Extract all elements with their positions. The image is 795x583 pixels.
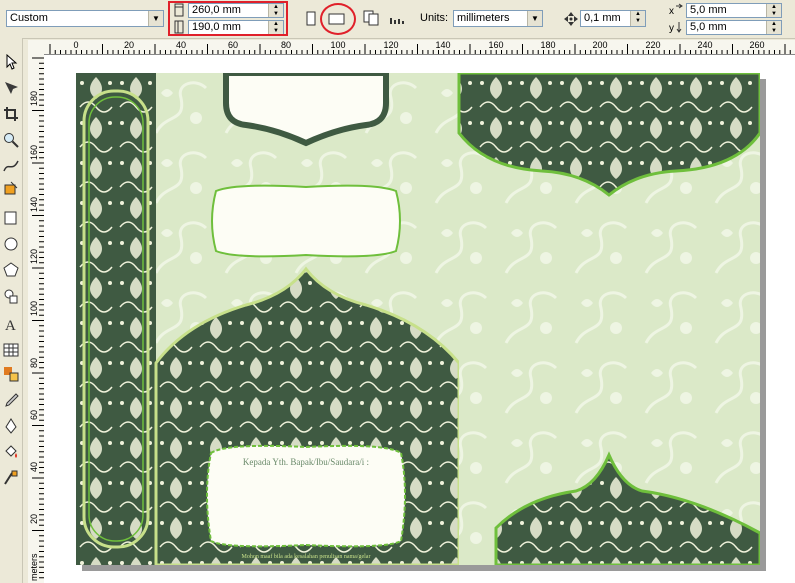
toolbox: A <box>0 38 23 583</box>
fill-tool-icon[interactable] <box>1 442 21 462</box>
h-ruler-label: 40 <box>175 40 187 50</box>
ruler-origin[interactable] <box>28 40 45 55</box>
text-tool-icon[interactable]: A <box>1 314 21 334</box>
eyedropper-tool-icon[interactable] <box>1 390 21 410</box>
h-ruler-label: 160 <box>488 40 504 50</box>
h-ruler-label: 260 <box>749 40 765 50</box>
h-ruler-label: 240 <box>697 40 713 50</box>
property-bar: Custom ▼ 260,0 mm ▲ ▼ 190,0 mm ▲ ▼ Units: … <box>0 0 795 39</box>
duplicate-x-icon: x <box>668 2 684 18</box>
size-highlight-box <box>168 1 288 36</box>
paper-preset-select[interactable]: Custom ▼ <box>6 10 164 27</box>
duplicate-x-input[interactable]: 5,0 mm ▲ ▼ <box>686 3 782 18</box>
v-ruler-label: 20 <box>29 513 39 524</box>
svg-text:y: y <box>669 23 674 34</box>
duplicate-y-icon: y <box>668 19 684 35</box>
ruler-units-caption: meters <box>29 553 39 581</box>
invitation-page[interactable]: Kepada Yth. Bapak/Ibu/Saudara/i : Mohon … <box>76 73 760 565</box>
units-select[interactable]: millimeters ▼ <box>453 10 543 27</box>
h-ruler-label: 80 <box>280 40 292 50</box>
v-ruler-label: 180 <box>29 90 39 106</box>
units-value: millimeters <box>457 12 510 24</box>
units-bars-icon[interactable] <box>388 10 406 28</box>
horizontal-ruler[interactable]: 20 0 20 40 60 80 100 120 140 160 180 200… <box>44 40 795 55</box>
vertical-ruler-ticks <box>32 57 44 579</box>
duplicate-x-value: 5,0 mm <box>690 4 727 16</box>
ellipse-tool-icon[interactable] <box>1 234 21 254</box>
h-ruler-label: 20 <box>123 40 135 50</box>
interactive-fill-icon[interactable] <box>1 468 21 488</box>
h-ruler-label: 140 <box>435 40 451 50</box>
zoom-tool-icon[interactable] <box>1 130 21 150</box>
units-label: Units: <box>420 12 449 24</box>
h-ruler-label: 180 <box>540 40 556 50</box>
outline-pen-icon[interactable] <box>1 416 21 436</box>
v-ruler-label: 160 <box>29 144 39 160</box>
nudge-icon <box>562 10 580 28</box>
v-ruler-label: 80 <box>29 357 39 368</box>
table-tool-icon[interactable] <box>1 340 21 360</box>
orientation-highlight-circle <box>320 3 356 35</box>
freehand-tool-icon[interactable] <box>1 156 21 176</box>
basic-shapes-icon[interactable] <box>1 286 21 306</box>
v-ruler-label: 60 <box>29 409 39 420</box>
recipient-label: Kepada Yth. Bapak/Ibu/Saudara/i : <box>243 457 369 467</box>
chevron-down-icon[interactable]: ▼ <box>148 11 163 26</box>
footer-note: Mohon maaf bila ada kesalahan penulisan … <box>242 553 371 560</box>
crop-tool-icon[interactable] <box>1 104 21 124</box>
duplicate-y-input[interactable]: 5,0 mm ▲ ▼ <box>686 20 782 35</box>
h-ruler-label: 100 <box>330 40 346 50</box>
vertical-ruler[interactable]: 180 160 140 120 100 80 60 40 20 meters <box>28 54 45 583</box>
spin-arrows-icon[interactable]: ▲ ▼ <box>630 11 645 26</box>
drawing-canvas[interactable]: Kepada Yth. Bapak/Ibu/Saudara/i : Mohon … <box>44 55 795 583</box>
left-border-strip <box>76 73 156 565</box>
pick-tool-icon[interactable] <box>1 52 21 72</box>
v-ruler-label: 120 <box>29 248 39 264</box>
nudge-input[interactable]: 0,1 mm ▲ ▼ <box>580 10 646 27</box>
nudge-value: 0,1 mm <box>584 12 621 24</box>
interactive-blend-icon[interactable] <box>1 364 21 384</box>
v-ruler-label: 40 <box>29 461 39 472</box>
svg-text:x: x <box>669 6 674 17</box>
h-ruler-label: 0 <box>73 40 79 50</box>
back-panel <box>457 73 760 565</box>
portrait-icon[interactable] <box>302 10 320 28</box>
polygon-tool-icon[interactable] <box>1 260 21 280</box>
shape-tool-icon[interactable] <box>1 78 21 98</box>
spin-arrows-icon[interactable]: ▲ ▼ <box>766 21 781 34</box>
h-ruler-label: 200 <box>592 40 608 50</box>
h-ruler-label: 120 <box>383 40 399 50</box>
paper-preset-value: Custom <box>10 12 48 24</box>
duplicate-y-value: 5,0 mm <box>690 21 727 33</box>
smart-fill-icon[interactable] <box>1 178 21 198</box>
all-pages-icon[interactable] <box>362 9 380 27</box>
v-ruler-label: 100 <box>29 300 39 316</box>
h-ruler-label: 220 <box>645 40 661 50</box>
chevron-down-icon[interactable]: ▼ <box>527 11 542 26</box>
v-ruler-label: 140 <box>29 196 39 212</box>
h-ruler-label: 60 <box>227 40 239 50</box>
spin-arrows-icon[interactable]: ▲ ▼ <box>766 4 781 17</box>
rectangle-tool-icon[interactable] <box>1 208 21 228</box>
svg-text:A: A <box>5 318 16 332</box>
front-panel: Kepada Yth. Bapak/Ibu/Saudara/i : Mohon … <box>154 73 461 565</box>
horizontal-ruler-ticks <box>49 44 791 54</box>
